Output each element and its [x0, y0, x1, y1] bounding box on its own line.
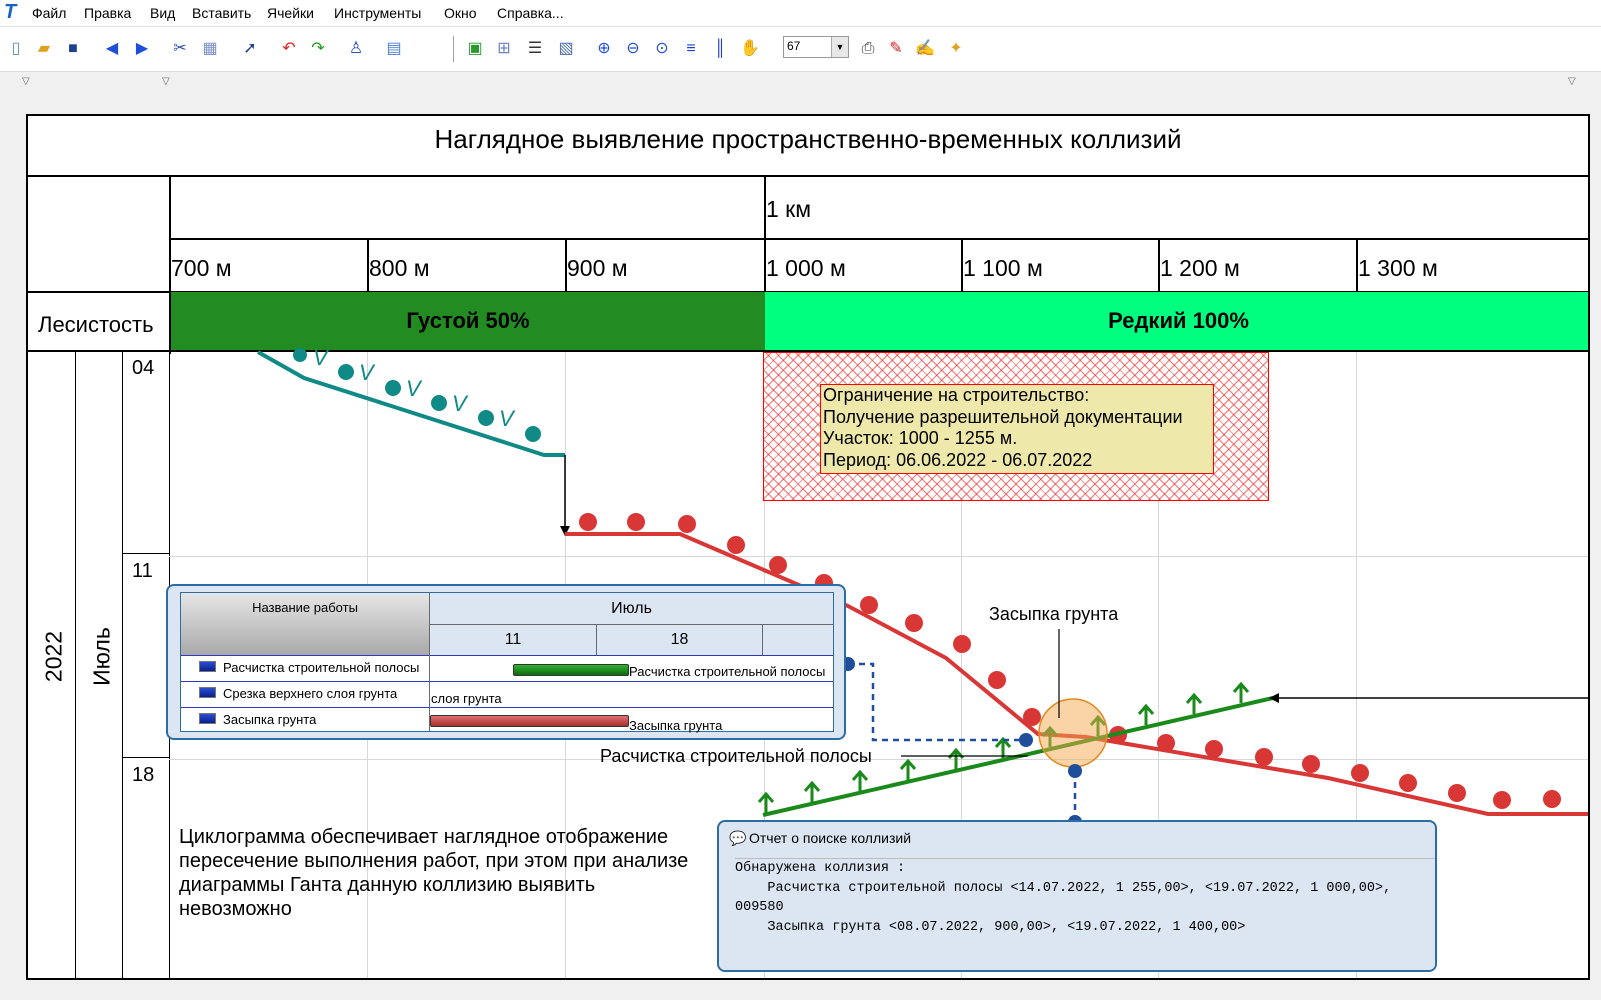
clearing-callout: Расчистка строительной полосы: [600, 746, 872, 766]
teal-marker: [478, 410, 494, 426]
teal-marker: [385, 380, 401, 396]
backfill-callout: Засыпка грунта: [989, 604, 1119, 624]
filter-icon[interactable]: ☰: [525, 39, 545, 59]
svg-text:V: V: [452, 391, 469, 416]
star-icon[interactable]: ✦: [946, 39, 966, 59]
edit-chart-icon[interactable]: ✎: [886, 39, 906, 59]
task-bar-label: Засыпка грунта: [629, 718, 723, 733]
svg-text:V: V: [499, 406, 516, 431]
ruler-marker-icon[interactable]: ▽: [1568, 76, 1576, 87]
new-file-icon[interactable]: ▯: [6, 39, 26, 59]
small-grid-icon[interactable]: ⊞: [494, 39, 514, 59]
teal-work-line: [257, 350, 565, 457]
menu-bar: T Файл Правка Вид Вставить Ячейки Инстру…: [0, 0, 1601, 27]
task-bar-label: слоя грунта: [431, 691, 502, 706]
ruler: ▽ ▽ ▽: [0, 72, 1601, 95]
user-icon[interactable]: ♙: [346, 39, 366, 59]
chart-icon[interactable]: ▣: [465, 39, 485, 59]
teal-markers: V V V V V: [293, 345, 541, 442]
gantt-header-day: [763, 625, 833, 655]
gantt-row[interactable]: Засыпка грунта Засыпка грунта: [181, 707, 833, 734]
teal-marker: [431, 395, 447, 411]
connector-dot: [1019, 733, 1033, 747]
teal-marker: [525, 426, 541, 442]
horizontal-lines-icon[interactable]: ≡: [681, 39, 701, 59]
report-body: Обнаружена коллизия : Расчистка строител…: [735, 858, 1435, 969]
undo-icon[interactable]: ↶: [279, 39, 299, 59]
tools-icon[interactable]: ✂: [170, 39, 190, 59]
report-title: Отчет о поиске коллизий: [749, 830, 912, 846]
explanation-note: Циклограмма обеспечивает наглядное отобр…: [179, 826, 689, 920]
gantt-header-day: 11: [430, 625, 597, 655]
forward-icon[interactable]: ▶: [132, 39, 152, 59]
hand-icon[interactable]: ✋: [740, 39, 760, 59]
gantt-header-month: Июль: [430, 593, 833, 625]
edit-icon[interactable]: ✍: [915, 39, 935, 59]
report-line: 009580: [735, 900, 784, 915]
gantt-row[interactable]: Срезка верхнего слоя грунта слоя грунта: [181, 681, 833, 708]
task-bar[interactable]: [513, 664, 629, 676]
task-icon: [199, 687, 216, 698]
cyclogram-sheet: Наглядное выявление пространственно-врем…: [26, 114, 1590, 980]
toolbar: ▯ ▰ ■ ◀ ▶ ✂ ▦ ➚ ↶ ↷ ♙ ▤ ▣ ⊞ ☰ ▧ ⊕ ⊖ ⊙ ≡ …: [0, 27, 1601, 72]
zoom-out-icon[interactable]: ⊖: [623, 39, 643, 59]
ruler-marker-icon[interactable]: ▽: [162, 76, 170, 87]
divider: [429, 655, 430, 731]
pointer-help-icon[interactable]: ➚: [240, 39, 260, 59]
collision-highlight: [1038, 698, 1108, 768]
speech-bubble-icon: 💬: [729, 830, 747, 846]
gantt-header-day: 18: [597, 625, 763, 655]
menu-edit[interactable]: Правка: [84, 5, 131, 21]
task-name: Засыпка грунта: [223, 712, 317, 727]
menu-window[interactable]: Окно: [444, 5, 477, 21]
toolbar-separator: [453, 36, 454, 62]
grid-icon[interactable]: ▦: [200, 39, 220, 59]
task-icon: [199, 661, 216, 672]
zoom-fit-icon[interactable]: ⊙: [652, 39, 672, 59]
svg-text:V: V: [313, 345, 330, 370]
redo-icon[interactable]: ↷: [308, 39, 328, 59]
ruler-marker-icon[interactable]: ▽: [22, 76, 30, 87]
menu-file[interactable]: Файл: [32, 5, 66, 21]
menu-cells[interactable]: Ячейки: [267, 5, 314, 21]
layers-icon[interactable]: ▧: [556, 39, 576, 59]
task-name: Расчистка строительной полосы: [223, 660, 420, 675]
task-bar-label: Расчистка строительной полосы: [629, 664, 826, 679]
gantt-header-name: Название работы: [181, 593, 430, 655]
svg-text:V: V: [359, 360, 376, 385]
task-name: Срезка верхнего слоя грунта: [223, 686, 398, 701]
report-line: Расчистка строительной полосы <14.07.202…: [735, 880, 1392, 896]
menu-tools[interactable]: Инструменты: [334, 5, 421, 21]
open-folder-icon[interactable]: ▰: [34, 39, 54, 59]
app-logo-icon: T: [4, 1, 17, 23]
connector-dot: [1068, 764, 1082, 778]
arrow-head: [1269, 693, 1279, 703]
save-icon[interactable]: ■: [63, 39, 83, 59]
gantt-inset: Название работы Июль 11 18 Расчистка стр…: [166, 584, 846, 740]
menu-view[interactable]: Вид: [150, 5, 175, 21]
teal-marker: [338, 364, 354, 380]
task-icon: [199, 713, 216, 724]
report-line: Обнаружена коллизия :: [735, 861, 906, 876]
chevron-down-icon[interactable]: ▼: [831, 37, 848, 57]
task-bar[interactable]: [430, 715, 629, 727]
gantt-row[interactable]: Расчистка строительной полосы Расчистка …: [181, 655, 833, 682]
menu-insert[interactable]: Вставить: [192, 5, 251, 21]
menu-help[interactable]: Справка...: [497, 5, 564, 21]
back-icon[interactable]: ◀: [102, 39, 122, 59]
print-icon[interactable]: ⎙: [858, 39, 878, 59]
collision-report: 💬 Отчет о поиске коллизий Обнаружена кол…: [717, 820, 1437, 972]
report-line: Засыпка грунта <08.07.2022, 900,00>, <19…: [735, 919, 1246, 935]
vertical-lines-icon[interactable]: ║: [710, 39, 730, 59]
gantt-table: Название работы Июль 11 18 Расчистка стр…: [180, 592, 834, 734]
table-icon[interactable]: ▤: [384, 39, 404, 59]
zoom-in-icon[interactable]: ⊕: [594, 39, 614, 59]
zoom-select[interactable]: 67 ▼: [783, 36, 849, 58]
teal-marker: [293, 348, 307, 362]
svg-text:V: V: [406, 376, 423, 401]
